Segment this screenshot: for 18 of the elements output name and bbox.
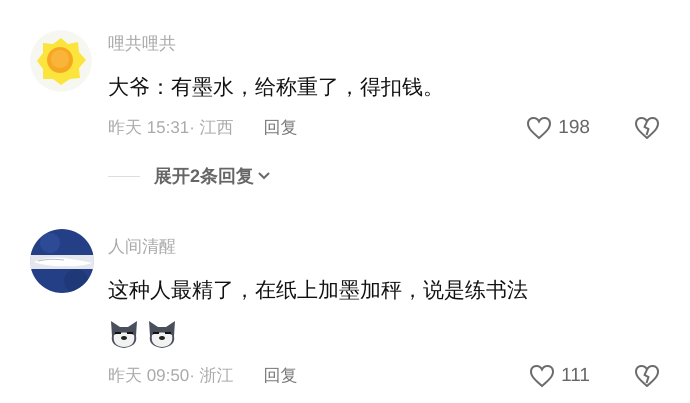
user-name[interactable]: 人间清醒 xyxy=(108,235,660,259)
broken-heart-icon[interactable] xyxy=(634,116,660,140)
heart-icon[interactable] xyxy=(529,364,556,388)
husky-face-icon xyxy=(146,318,178,350)
comment-text: 这种人最精了，在纸上加墨加秤，说是练书法 xyxy=(108,278,529,304)
user-name[interactable]: 哩共哩共 xyxy=(108,32,660,56)
expand-replies-button[interactable]: 展开2条回复 xyxy=(154,162,270,190)
like-count: 111 xyxy=(561,364,590,388)
chevron-down-icon xyxy=(258,172,270,180)
heart-icon[interactable] xyxy=(526,116,552,140)
timestamp-location: 昨天 15:31· 江西 xyxy=(108,117,234,140)
reply-button[interactable]: 回复 xyxy=(264,363,298,389)
reply-button[interactable]: 回复 xyxy=(264,115,298,141)
like-count: 198 xyxy=(558,116,590,140)
timestamp-location: 昨天 09:50· 浙江 xyxy=(108,365,234,388)
broken-heart-icon[interactable] xyxy=(634,364,660,388)
comment-text: 大爷：有墨水，给称重了，得扣钱。 xyxy=(108,75,445,101)
husky-face-icon xyxy=(108,318,140,350)
